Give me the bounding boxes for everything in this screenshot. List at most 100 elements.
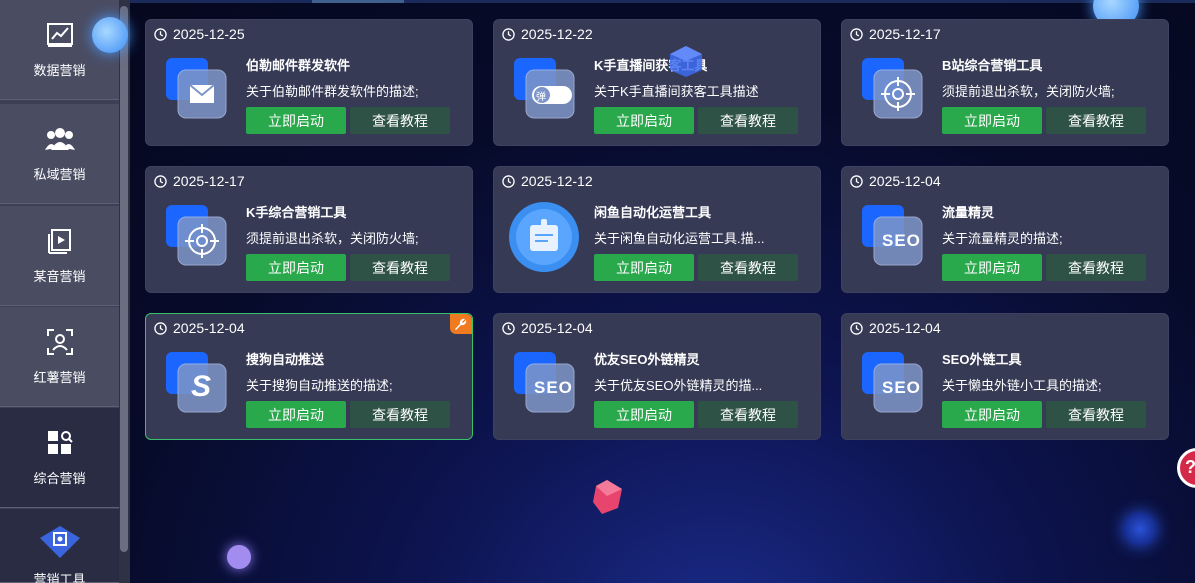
card-title: SEO外链工具 <box>942 352 1022 367</box>
view-tutorial-button[interactable]: 查看教程 <box>350 254 450 281</box>
clock-icon <box>850 27 863 41</box>
users-icon <box>44 124 75 154</box>
clock-icon <box>850 321 863 335</box>
start-button[interactable]: 立即启动 <box>246 107 346 134</box>
glow-orb-decoration <box>92 17 128 53</box>
card-date-text: 2025-12-22 <box>521 26 593 42</box>
tool-card-seo-backlink: 2025-12-04 SEO SEO外链工具 关于懒虫外链小工具的描述; 立即启… <box>841 313 1169 440</box>
view-tutorial-button[interactable]: 查看教程 <box>350 401 450 428</box>
tool-card-xianyu: 2025-12-12 闲鱼自动化运营工具 关于闲鱼自动化运营工具.描... 立即… <box>493 166 821 293</box>
seo-icon-text: SEO <box>882 378 921 397</box>
card-date-text: 2025-12-25 <box>173 26 245 42</box>
tool-card-kuaishou-marketing: 2025-12-17 K手综合营销工具 须提前退出杀软，关闭防火墙; 立即启动 … <box>145 166 473 293</box>
pink-cube-decoration <box>590 478 624 516</box>
wrench-icon[interactable] <box>450 314 472 334</box>
sidebar-item-label: 红薯营销 <box>33 370 86 385</box>
crosshair-icon <box>860 58 924 122</box>
top-tab-indicator <box>312 0 404 3</box>
start-button[interactable]: 立即启动 <box>942 401 1042 428</box>
crosshair-icon <box>164 205 228 269</box>
sidebar-item-label: 数据营销 <box>33 63 86 78</box>
tools-cube-icon <box>38 525 82 559</box>
top-border <box>0 0 1195 3</box>
sidebar: 数据营销 私域营销 某音营销 红薯营销 综合营销 营销工具 <box>0 0 130 583</box>
card-date-text: 2025-12-04 <box>869 173 941 189</box>
card-date-text: 2025-12-17 <box>869 26 941 42</box>
card-date-text: 2025-12-17 <box>173 173 245 189</box>
view-tutorial-button[interactable]: 查看教程 <box>698 401 798 428</box>
view-tutorial-button[interactable]: 查看教程 <box>1046 401 1146 428</box>
card-date: 2025-12-04 <box>502 320 593 336</box>
start-button[interactable]: 立即启动 <box>594 254 694 281</box>
card-date: 2025-12-17 <box>154 173 245 189</box>
view-tutorial-button[interactable]: 查看教程 <box>1046 107 1146 134</box>
card-title: 搜狗自动推送 <box>246 352 325 367</box>
card-title: 伯勒邮件群发软件 <box>246 58 351 73</box>
sogou-s-icon: S <box>164 352 228 416</box>
card-title: 闲鱼自动化运营工具 <box>594 205 712 220</box>
card-desc: 关于流量精灵的描述; <box>942 231 1063 246</box>
card-date: 2025-12-12 <box>502 173 593 189</box>
sidebar-item-xiaohongshu-marketing[interactable]: 红薯营销 <box>0 307 119 407</box>
face-scan-icon <box>45 327 75 357</box>
tool-card-mail: 2025-12-25 伯勒邮件群发软件 关于伯勒邮件群发软件的描述; 立即启动 … <box>145 19 473 146</box>
sidebar-item-label: 综合营销 <box>33 471 86 486</box>
help-label: ? <box>1185 457 1195 477</box>
start-button[interactable]: 立即启动 <box>594 401 694 428</box>
seo-icon: SEO <box>860 205 924 269</box>
card-desc: 关于闲鱼自动化运营工具.描... <box>594 231 765 246</box>
card-date-text: 2025-12-04 <box>173 320 245 336</box>
sidebar-item-private-marketing[interactable]: 私域营销 <box>0 104 119 204</box>
sidebar-scrollbar-thumb[interactable] <box>120 6 128 552</box>
tool-card-bilibili: 2025-12-17 B站综合营销工具 须提前退出杀软，关闭防火墙; 立即启动 … <box>841 19 1169 146</box>
card-title: B站综合营销工具 <box>942 58 1043 73</box>
help-float-button[interactable]: ? <box>1177 448 1195 488</box>
chart-line-icon <box>45 20 75 50</box>
card-date: 2025-12-17 <box>850 26 941 42</box>
clock-icon <box>154 27 167 41</box>
card-date: 2025-12-04 <box>154 320 245 336</box>
seo-icon-text: SEO <box>882 231 921 250</box>
danmu-label: 弹 <box>536 92 546 103</box>
sidebar-item-label: 某音营销 <box>33 269 86 284</box>
sidebar-item-marketing-tools[interactable]: 营销工具 <box>0 509 119 583</box>
clock-icon <box>502 321 515 335</box>
clock-icon <box>850 174 863 188</box>
video-play-icon <box>45 226 75 256</box>
clock-icon <box>502 174 515 188</box>
start-button[interactable]: 立即启动 <box>594 107 694 134</box>
card-date-text: 2025-12-04 <box>869 320 941 336</box>
clock-icon <box>154 174 167 188</box>
sidebar-item-comprehensive-marketing[interactable]: 综合营销 <box>0 408 119 508</box>
sidebar-item-douyin-marketing[interactable]: 某音营销 <box>0 206 119 306</box>
sidebar-item-label: 私域营销 <box>33 167 86 182</box>
card-desc: 关于伯勒邮件群发软件的描述; <box>246 84 419 99</box>
tool-card-kuaishou-live: 2025-12-22 弹 K手直播间获客工具 关于K手直播间获客工具描述 立即启… <box>493 19 821 146</box>
blue-cube-decoration <box>667 44 705 78</box>
card-desc: 关于懒虫外链小工具的描述; <box>942 378 1102 393</box>
card-date-text: 2025-12-04 <box>521 320 593 336</box>
view-tutorial-button[interactable]: 查看教程 <box>698 107 798 134</box>
tool-card-traffic-sprite: 2025-12-04 SEO 流量精灵 关于流量精灵的描述; 立即启动 查看教程 <box>841 166 1169 293</box>
tool-card-youyou-seo: 2025-12-04 SEO 优友SEO外链精灵 关于优友SEO外链精灵的描..… <box>493 313 821 440</box>
badge-card-icon <box>508 201 580 273</box>
view-tutorial-button[interactable]: 查看教程 <box>1046 254 1146 281</box>
view-tutorial-button[interactable]: 查看教程 <box>698 254 798 281</box>
card-date: 2025-12-04 <box>850 173 941 189</box>
card-title: K手综合营销工具 <box>246 205 347 220</box>
start-button[interactable]: 立即启动 <box>942 254 1042 281</box>
sidebar-item-label: 营销工具 <box>33 572 86 583</box>
tool-card-sogou-push[interactable]: 2025-12-04 S 搜狗自动推送 关于搜狗自动推送的描述; 立即启动 查看… <box>145 313 473 440</box>
start-button[interactable]: 立即启动 <box>246 401 346 428</box>
sogou-icon-text: S <box>191 370 212 403</box>
start-button[interactable]: 立即启动 <box>246 254 346 281</box>
mail-icon <box>164 58 228 122</box>
view-tutorial-button[interactable]: 查看教程 <box>350 107 450 134</box>
clock-icon <box>502 27 515 41</box>
card-desc: 须提前退出杀软，关闭防火墙; <box>942 84 1115 99</box>
card-desc: 关于搜狗自动推送的描述; <box>246 378 393 393</box>
card-title: 优友SEO外链精灵 <box>594 352 700 367</box>
seo-icon: SEO <box>512 352 576 416</box>
start-button[interactable]: 立即启动 <box>942 107 1042 134</box>
danmu-toggle-icon: 弹 <box>512 58 576 122</box>
